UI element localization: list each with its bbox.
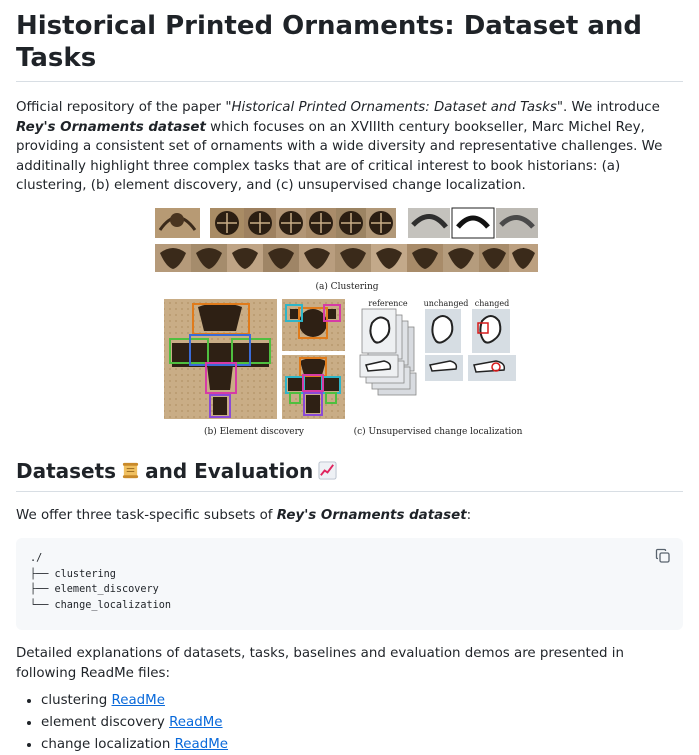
tasks-figure-image: (a) Clustering (b) Element discovery ref…	[155, 207, 538, 437]
change-localization-panel: reference unchanged changed	[359, 299, 516, 395]
readme-content: Historical Printed Ornaments: Dataset an…	[0, 0, 699, 755]
tasks-figure: (a) Clustering (b) Element discovery ref…	[0, 205, 699, 447]
list-item: clustering ReadMe	[41, 691, 683, 711]
code-content: ./ ├── clustering ├── element_discovery …	[30, 551, 669, 613]
code-line: ├── element_discovery	[30, 584, 159, 596]
detail-paragraph: Detailed explanations of datasets, tasks…	[16, 646, 625, 681]
element-discovery-panel	[164, 298, 345, 419]
list-item-label: change localization	[41, 737, 175, 752]
col-unchanged-label: unchanged	[424, 299, 469, 308]
chart-increasing-emoji-icon	[318, 461, 337, 480]
datasets-heading-text-1: Datasets	[16, 458, 117, 483]
clustering-row-1	[155, 207, 538, 238]
directory-code-block: ./ ├── clustering ├── element_discovery …	[16, 538, 683, 630]
list-item: element discovery ReadMe	[41, 713, 683, 733]
datasets-heading: Datasets and Evaluation	[16, 459, 683, 492]
list-item-label: element discovery	[41, 715, 170, 730]
datasets-heading-text-2: and Evaluation	[145, 458, 314, 483]
code-line: └── change_localization	[30, 599, 172, 611]
clustering-row-2	[155, 243, 538, 272]
offer-text-1: We offer three task-specific subsets of	[16, 507, 277, 523]
code-line: ./	[30, 553, 43, 564]
offer-dataset-name: Rey's Ornaments dataset	[276, 507, 467, 523]
copy-icon[interactable]	[655, 548, 671, 564]
intro-text-2: . We introduce	[563, 100, 660, 115]
page-title: Historical Printed Ornaments: Dataset an…	[16, 0, 683, 82]
readme-list: clustering ReadMe element discovery Read…	[16, 691, 683, 755]
caption-clustering: (a) Clustering	[315, 281, 378, 292]
paper-title-text: "Historical Printed Ornaments: Dataset a…	[225, 100, 563, 115]
col-changed-label: changed	[475, 299, 510, 308]
code-line: ├── clustering	[30, 568, 116, 580]
offer-text-2: :	[466, 507, 472, 523]
element-discovery-readme-link[interactable]: ReadMe	[169, 715, 222, 730]
dataset-name-text: Rey's Ornaments dataset	[16, 119, 206, 135]
change-localization-readme-link[interactable]: ReadMe	[175, 737, 228, 752]
caption-element-discovery: (b) Element discovery	[204, 426, 305, 437]
offer-paragraph: We offer three task-specific subsets of …	[16, 506, 683, 526]
scroll-emoji-icon	[122, 462, 139, 479]
intro-paragraph: Official repository of the paper "Histor…	[16, 98, 683, 196]
caption-change-localization: (c) Unsupervised change localization	[354, 426, 523, 437]
col-reference-label: reference	[368, 299, 407, 308]
list-item-label: clustering	[41, 693, 112, 708]
clustering-readme-link[interactable]: ReadMe	[112, 693, 165, 708]
intro-text-1: Official repository of the paper	[16, 100, 226, 115]
list-item: change localization ReadMe	[41, 735, 683, 755]
